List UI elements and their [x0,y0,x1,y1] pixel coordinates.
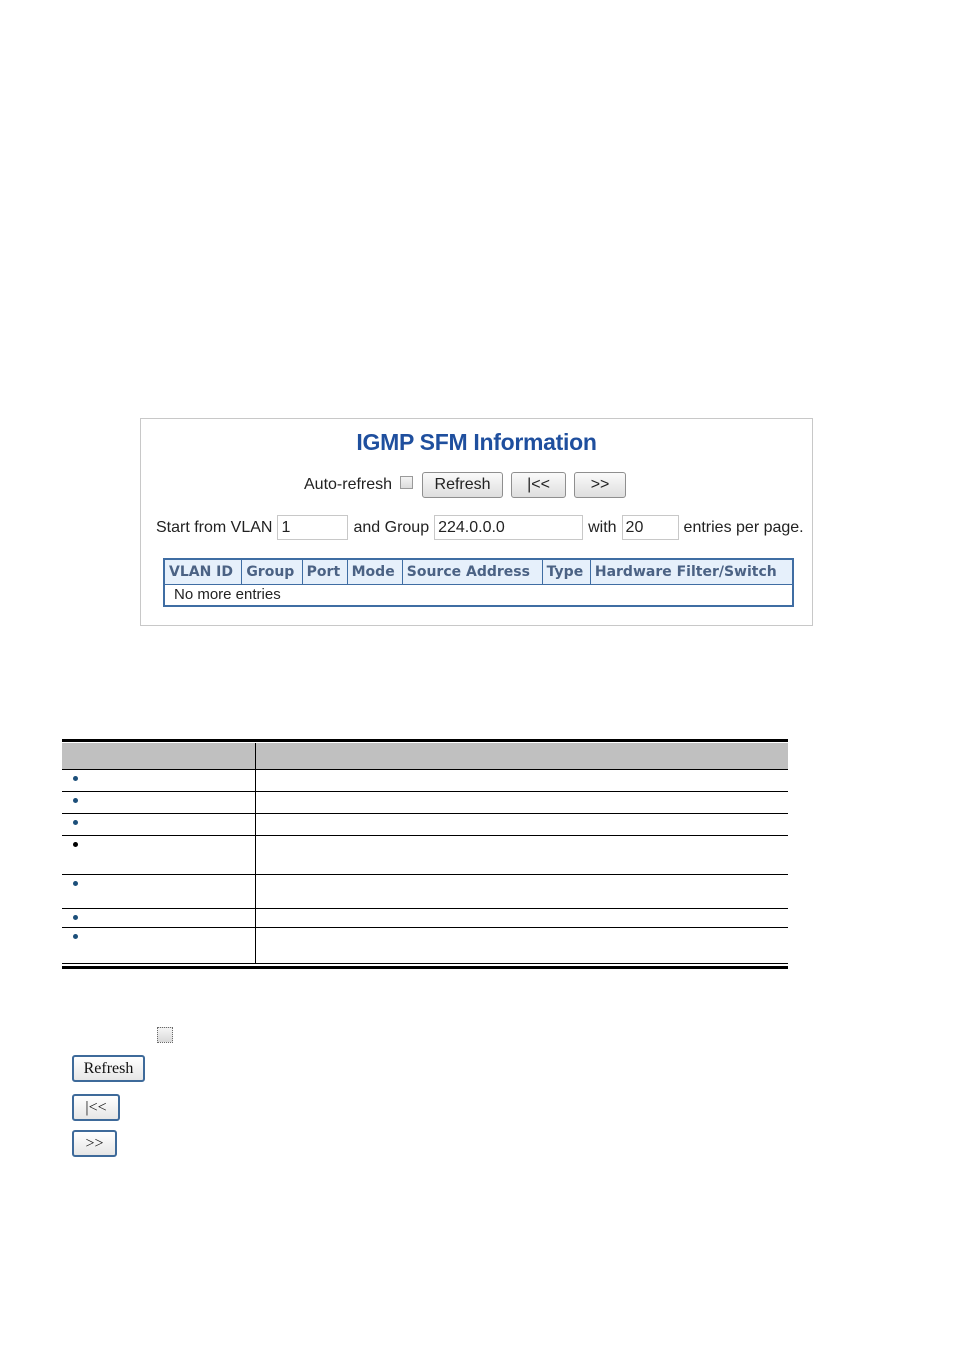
bullet-icon [73,915,78,920]
list-item [62,791,788,814]
column-header-source-address: Source Address [401,558,543,585]
list-item [62,874,788,909]
description-column-header [255,743,788,770]
next-page-button[interactable]: >> [574,472,627,498]
table-row: No more entries [164,584,793,606]
table-header-row: VLAN ID Group Port Mode Source Address T… [163,558,794,585]
auto-refresh-checkbox-legend[interactable] [157,1027,173,1043]
auto-refresh-checkbox[interactable] [400,475,414,489]
bullet-icon [73,798,78,803]
paging-controls: Start from VLAN and Group with entries p… [156,515,809,540]
bullet-icon [73,881,78,886]
first-page-button-legend[interactable]: |<< [72,1094,120,1121]
list-item [62,927,788,963]
description-header-row [62,743,788,770]
list-item [62,813,788,836]
list-item [62,835,788,875]
refresh-toolbar: Auto-refresh Refresh |<< >> [304,472,634,498]
auto-refresh-label: Auto-refresh [304,476,393,493]
column-header-port: Port [301,558,348,585]
entries-per-page-input[interactable] [621,515,679,540]
entries-per-page-label: entries per page. [683,518,804,536]
bullet-icon [73,820,78,825]
list-item [62,769,788,792]
column-header-hardware-filter-switch: Hardware Filter/Switch [589,558,794,585]
igmp-sfm-panel: IGMP SFM Information Auto-refresh Refres… [140,418,813,626]
column-header-type: Type [541,558,591,585]
table-bottom-rule [62,963,788,964]
bullet-icon [73,934,78,939]
column-header-vlan-id: VLAN ID [163,558,243,585]
group-label: and Group [353,518,430,536]
sfm-table: VLAN ID Group Port Mode Source Address T… [163,558,794,607]
object-column-header [62,743,256,770]
start-vlan-input[interactable] [277,515,349,540]
first-page-button[interactable]: |<< [511,472,567,498]
empty-message: No more entries [164,584,793,606]
bullet-icon [73,776,78,781]
column-header-group: Group [241,558,303,585]
start-group-input[interactable] [434,515,584,540]
description-table [62,739,788,969]
next-page-button-legend[interactable]: >> [72,1130,117,1157]
with-label: with [588,518,617,536]
page-title: IGMP SFM Information [356,429,597,455]
bullet-icon [73,842,78,847]
column-header-mode: Mode [346,558,403,585]
list-item [62,908,788,928]
table-bottom-rule-thick [62,966,788,969]
refresh-button-legend[interactable]: Refresh [72,1055,145,1082]
start-vlan-label: Start from VLAN [156,518,273,536]
refresh-button[interactable]: Refresh [422,472,504,498]
